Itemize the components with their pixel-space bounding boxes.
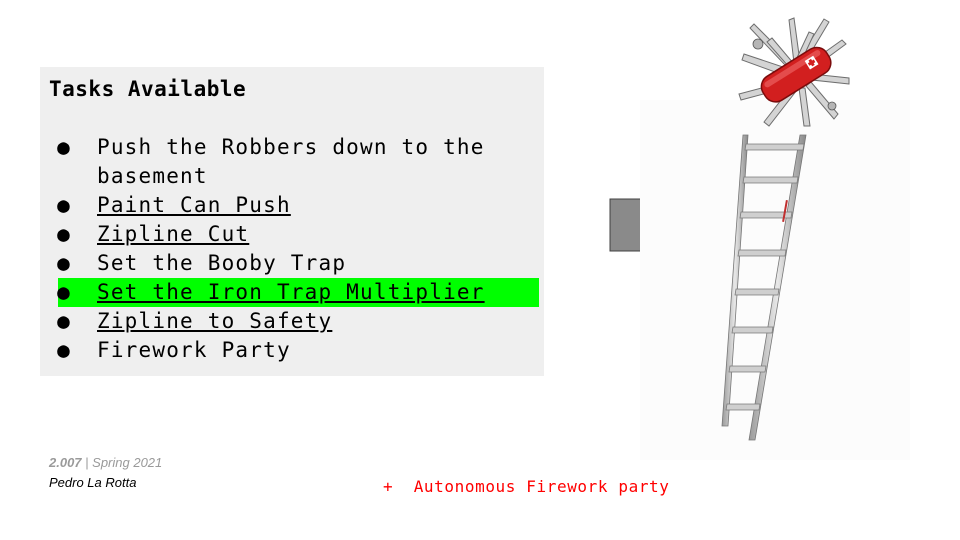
task-item-link[interactable]: ● Zipline Cut [40, 220, 544, 249]
ladder-image [640, 100, 910, 460]
task-list: ● Push the Robbers down to the basement … [40, 133, 544, 365]
course-separator: | [81, 455, 93, 470]
swiss-army-knife-image [738, 17, 850, 127]
task-item-link[interactable]: ● Paint Can Push [40, 191, 544, 220]
task-text: Set the Booby Trap [97, 251, 347, 275]
bullet-icon: ● [57, 338, 71, 362]
task-text: Push the Robbers down to the basement [97, 135, 485, 188]
tasks-title: Tasks Available [49, 77, 247, 101]
bullet-icon: ● [57, 135, 71, 159]
bullet-icon: ● [57, 309, 71, 333]
bullet-icon: ● [57, 280, 71, 304]
task-item: ● Firework Party [40, 336, 544, 365]
task-item: ● Set the Booby Trap [40, 249, 544, 278]
task-link[interactable]: Zipline to Safety [97, 307, 332, 336]
bullet-icon: ● [57, 251, 71, 275]
tasks-panel: Tasks Available ● Push the Robbers down … [40, 67, 544, 376]
task-link[interactable]: Paint Can Push [97, 191, 291, 220]
task-item: ● Push the Robbers down to the basement [40, 133, 544, 191]
task-item-highlighted[interactable]: ● Set the Iron Trap Multiplier [57, 278, 539, 307]
course-label: 2.007 | Spring 2021 [49, 455, 162, 470]
course-code: 2.007 [49, 455, 82, 470]
task-link[interactable]: Zipline Cut [97, 220, 249, 249]
author-name: Pedro La Rotta [49, 475, 137, 490]
footnote-text: + Autonomous Firework party [383, 477, 670, 496]
course-term: Spring 2021 [92, 455, 163, 470]
task-text: Firework Party [97, 338, 291, 362]
bullet-icon: ● [57, 193, 71, 217]
task-link[interactable]: Set the Iron Trap Multiplier [97, 278, 485, 307]
task-item-link[interactable]: ● Zipline to Safety [40, 307, 544, 336]
bullet-icon: ● [57, 222, 71, 246]
